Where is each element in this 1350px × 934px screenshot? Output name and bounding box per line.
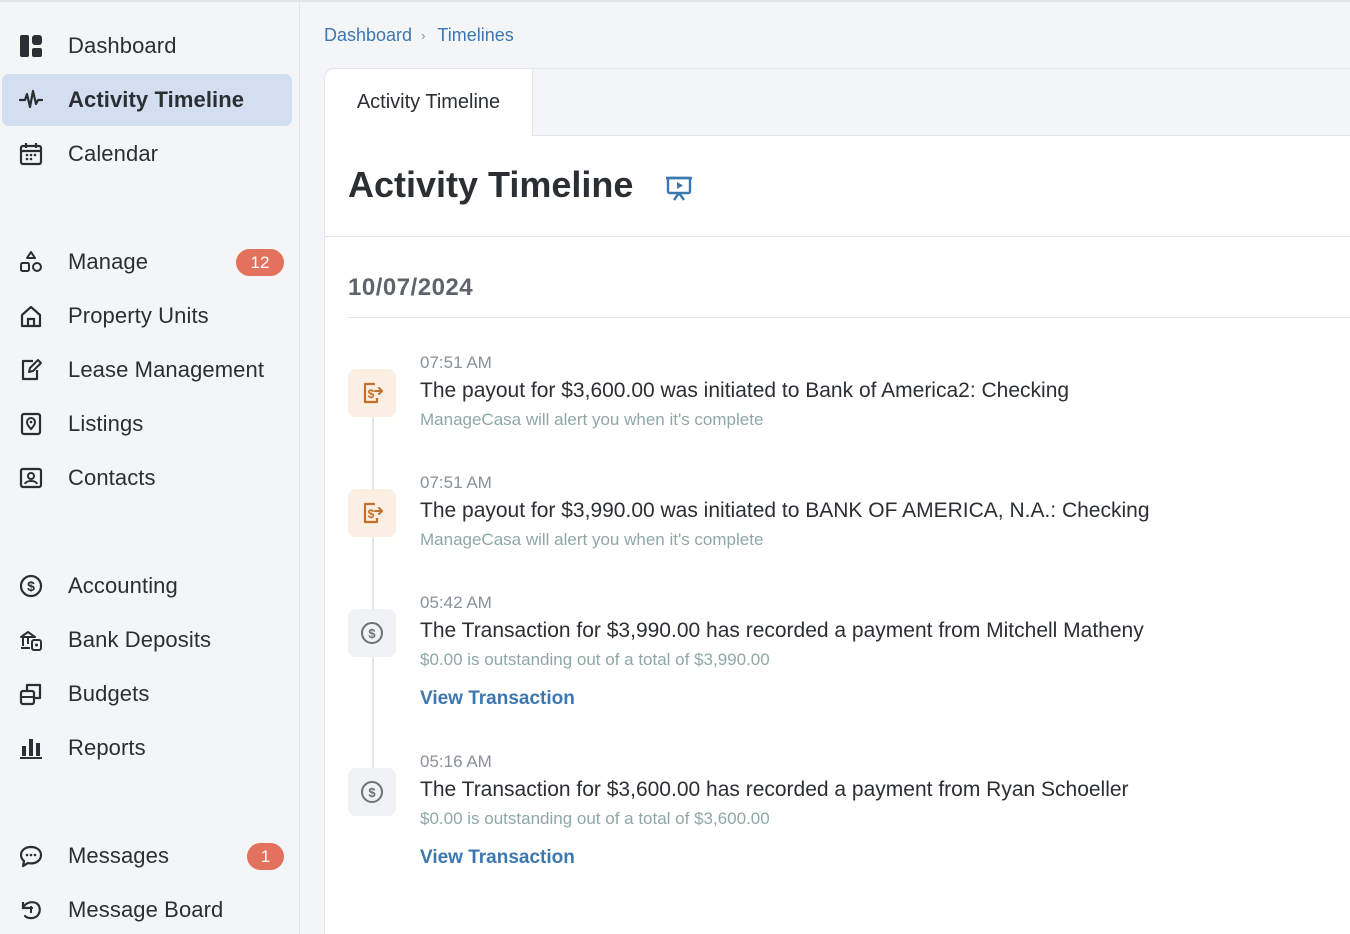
presentation-icon[interactable] bbox=[665, 174, 693, 202]
home-icon bbox=[18, 304, 44, 328]
calendar-icon bbox=[18, 142, 44, 166]
event-subtext: $0.00 is outstanding out of a total of $… bbox=[420, 809, 770, 828]
sidebar-item-property-units[interactable]: Property Units bbox=[2, 290, 292, 342]
sidebar: Dashboard Activity Timeline Calendar Man… bbox=[0, 2, 300, 934]
messages-count-badge: 1 bbox=[247, 843, 284, 870]
sidebar-item-label: Accounting bbox=[68, 573, 178, 598]
sidebar-item-contacts[interactable]: Contacts bbox=[2, 452, 292, 504]
sidebar-item-messages[interactable]: Messages 1 bbox=[2, 830, 292, 882]
event-time: 07:51 AM bbox=[420, 353, 492, 372]
manage-count-badge: 12 bbox=[236, 249, 284, 276]
sidebar-item-lease-management[interactable]: Lease Management bbox=[2, 344, 292, 396]
map-pin-icon bbox=[18, 412, 44, 436]
breadcrumb: Dashboard › Timelines bbox=[324, 25, 514, 46]
sidebar-item-accounting[interactable]: $ Accounting bbox=[2, 560, 292, 612]
event-time: 05:16 AM bbox=[420, 752, 492, 771]
sidebar-item-label: Bank Deposits bbox=[68, 627, 212, 652]
sidebar-item-calendar[interactable]: Calendar bbox=[2, 128, 292, 180]
dollar-circle-icon: $ bbox=[18, 574, 44, 598]
dollar-circle-icon: $ bbox=[348, 768, 396, 816]
event-subtext: $0.00 is outstanding out of a total of $… bbox=[420, 650, 770, 669]
sidebar-item-label: Budgets bbox=[68, 681, 150, 706]
sidebar-item-label: Property Units bbox=[68, 303, 209, 328]
timeline-date-heading: 10/07/2024 bbox=[348, 274, 474, 301]
svg-text:$: $ bbox=[368, 387, 375, 401]
event-message: The payout for $3,600.00 was initiated t… bbox=[420, 379, 1070, 402]
payout-icon: $ bbox=[348, 489, 396, 537]
svg-text:$: $ bbox=[368, 626, 376, 641]
tab-activity-timeline[interactable]: Activity Timeline bbox=[325, 69, 533, 136]
bank-deposit-icon bbox=[18, 628, 44, 652]
shapes-icon bbox=[18, 250, 44, 274]
message-board-icon bbox=[18, 898, 44, 922]
event-time: 05:42 AM bbox=[420, 593, 492, 612]
sidebar-item-label: Contacts bbox=[68, 465, 156, 490]
view-transaction-link[interactable]: View Transaction bbox=[420, 847, 575, 869]
sidebar-item-label: Message Board bbox=[68, 897, 224, 922]
main-content: Dashboard › Timelines Activity Timeline … bbox=[301, 2, 1350, 934]
page-title: Activity Timeline bbox=[348, 164, 634, 205]
budget-icon bbox=[18, 682, 44, 706]
sidebar-item-label: Manage bbox=[68, 249, 149, 274]
sidebar-item-activity-timeline[interactable]: Activity Timeline bbox=[2, 74, 292, 126]
view-transaction-link[interactable]: View Transaction bbox=[420, 688, 575, 710]
date-divider bbox=[348, 317, 1350, 318]
sidebar-item-message-board[interactable]: Message Board bbox=[2, 884, 292, 934]
timeline-connector bbox=[372, 394, 374, 769]
sidebar-item-label: Calendar bbox=[68, 141, 159, 166]
breadcrumb-timelines-link[interactable]: Timelines bbox=[437, 25, 513, 46]
svg-text:$: $ bbox=[368, 507, 375, 521]
sidebar-item-dashboard[interactable]: Dashboard bbox=[2, 20, 292, 72]
bar-chart-icon bbox=[18, 736, 44, 760]
sidebar-item-label: Messages bbox=[68, 843, 170, 868]
sidebar-item-label: Dashboard bbox=[68, 33, 177, 58]
timeline-panel: Activity Timeline Activity Timeline 10/0… bbox=[324, 68, 1350, 934]
event-message: The payout for $3,990.00 was initiated t… bbox=[420, 499, 1150, 522]
edit-document-icon bbox=[18, 358, 44, 382]
sidebar-item-label: Listings bbox=[68, 411, 144, 436]
sidebar-item-label: Reports bbox=[68, 735, 146, 760]
sidebar-item-manage[interactable]: Manage 12 bbox=[2, 236, 292, 288]
chat-bubble-icon bbox=[18, 844, 44, 868]
chevron-right-icon: › bbox=[421, 28, 426, 43]
event-subtext: ManageCasa will alert you when it's comp… bbox=[420, 530, 764, 549]
event-message: The Transaction for $3,990.00 has record… bbox=[420, 619, 1144, 642]
sidebar-item-budgets[interactable]: Budgets bbox=[2, 668, 292, 720]
sidebar-item-bank-deposits[interactable]: Bank Deposits bbox=[2, 614, 292, 666]
activity-icon bbox=[18, 88, 44, 112]
svg-text:$: $ bbox=[27, 578, 35, 594]
tab-bar: Activity Timeline bbox=[325, 69, 1350, 136]
dollar-circle-icon: $ bbox=[348, 609, 396, 657]
event-subtext: ManageCasa will alert you when it's comp… bbox=[420, 410, 764, 429]
breadcrumb-dashboard-link[interactable]: Dashboard bbox=[324, 25, 412, 46]
sidebar-item-reports[interactable]: Reports bbox=[2, 722, 292, 774]
contact-card-icon bbox=[18, 466, 44, 490]
dashboard-icon bbox=[18, 34, 44, 58]
header-divider bbox=[325, 236, 1350, 237]
payout-icon: $ bbox=[348, 369, 396, 417]
sidebar-item-label: Lease Management bbox=[68, 357, 265, 382]
event-time: 07:51 AM bbox=[420, 473, 492, 492]
svg-text:$: $ bbox=[368, 785, 376, 800]
sidebar-item-listings[interactable]: Listings bbox=[2, 398, 292, 450]
sidebar-item-label: Activity Timeline bbox=[68, 87, 245, 112]
event-message: The Transaction for $3,600.00 has record… bbox=[420, 778, 1129, 801]
